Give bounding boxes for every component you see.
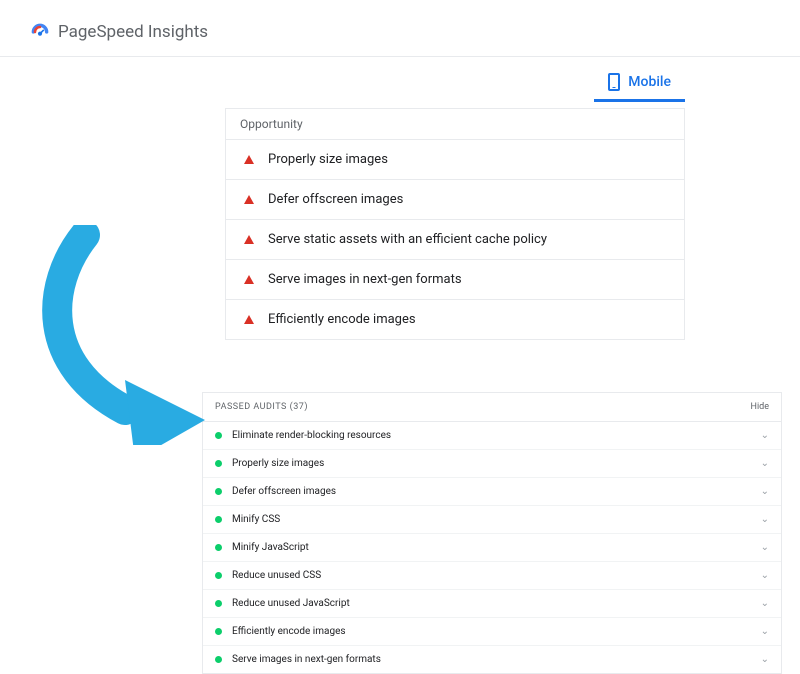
- pass-dot-icon: [215, 460, 222, 467]
- passed-audit-label: Defer offscreen images: [232, 486, 336, 497]
- passed-audit-item[interactable]: Defer offscreen images ⌄: [203, 478, 781, 506]
- passed-audits-title: PASSED AUDITS (37): [215, 402, 308, 412]
- app-title: PageSpeed Insights: [58, 22, 208, 42]
- passed-audit-item[interactable]: Efficiently encode images ⌄: [203, 618, 781, 646]
- passed-audits-header[interactable]: PASSED AUDITS (37) Hide: [203, 393, 781, 422]
- device-tabs: Mobile: [0, 57, 800, 102]
- app-header: PageSpeed Insights: [0, 0, 800, 57]
- opportunity-item[interactable]: Serve images in next-gen formats: [226, 260, 684, 300]
- passed-audit-label: Eliminate render-blocking resources: [232, 430, 391, 441]
- warning-triangle-icon: [244, 155, 254, 164]
- hide-toggle[interactable]: Hide: [751, 402, 769, 412]
- opportunity-item-label: Efficiently encode images: [268, 312, 416, 327]
- chevron-down-icon: ⌄: [761, 542, 769, 553]
- pass-dot-icon: [215, 544, 222, 551]
- pagespeed-logo-icon: [30, 22, 50, 42]
- tab-mobile[interactable]: Mobile: [594, 67, 685, 102]
- opportunity-item-label: Serve static assets with an efficient ca…: [268, 232, 547, 247]
- phone-icon: [608, 73, 620, 91]
- chevron-down-icon: ⌄: [761, 598, 769, 609]
- pass-dot-icon: [215, 600, 222, 607]
- warning-triangle-icon: [244, 275, 254, 284]
- pass-dot-icon: [215, 656, 222, 663]
- pass-dot-icon: [215, 488, 222, 495]
- passed-audit-item[interactable]: Serve images in next-gen formats ⌄: [203, 646, 781, 673]
- chevron-down-icon: ⌄: [761, 654, 769, 665]
- passed-audit-item[interactable]: Properly size images ⌄: [203, 450, 781, 478]
- opportunity-item[interactable]: Properly size images: [226, 140, 684, 180]
- opportunity-item[interactable]: Serve static assets with an efficient ca…: [226, 220, 684, 260]
- opportunity-panel: Opportunity Properly size images Defer o…: [225, 108, 685, 340]
- opportunity-header: Opportunity: [226, 109, 684, 140]
- chevron-down-icon: ⌄: [761, 514, 769, 525]
- passed-audit-label: Reduce unused CSS: [232, 570, 321, 581]
- pass-dot-icon: [215, 572, 222, 579]
- passed-audit-label: Minify CSS: [232, 514, 280, 525]
- passed-audit-label: Efficiently encode images: [232, 626, 346, 637]
- warning-triangle-icon: [244, 315, 254, 324]
- opportunity-item-label: Defer offscreen images: [268, 192, 403, 207]
- opportunity-item[interactable]: Efficiently encode images: [226, 300, 684, 339]
- passed-audit-label: Properly size images: [232, 458, 324, 469]
- warning-triangle-icon: [244, 235, 254, 244]
- passed-audit-label: Reduce unused JavaScript: [232, 598, 350, 609]
- passed-audit-item[interactable]: Minify JavaScript ⌄: [203, 534, 781, 562]
- pass-dot-icon: [215, 432, 222, 439]
- opportunity-item-label: Properly size images: [268, 152, 388, 167]
- opportunity-item[interactable]: Defer offscreen images: [226, 180, 684, 220]
- passed-audit-item[interactable]: Reduce unused CSS ⌄: [203, 562, 781, 590]
- passed-audit-item[interactable]: Reduce unused JavaScript ⌄: [203, 590, 781, 618]
- pass-dot-icon: [215, 628, 222, 635]
- pass-dot-icon: [215, 516, 222, 523]
- chevron-down-icon: ⌄: [761, 486, 769, 497]
- chevron-down-icon: ⌄: [761, 626, 769, 637]
- passed-audit-label: Serve images in next-gen formats: [232, 654, 381, 665]
- passed-audit-item[interactable]: Minify CSS ⌄: [203, 506, 781, 534]
- tab-mobile-label: Mobile: [628, 74, 671, 90]
- passed-audit-item[interactable]: Eliminate render-blocking resources ⌄: [203, 422, 781, 450]
- chevron-down-icon: ⌄: [761, 570, 769, 581]
- passed-audits-panel: PASSED AUDITS (37) Hide Eliminate render…: [202, 392, 782, 674]
- warning-triangle-icon: [244, 195, 254, 204]
- passed-audit-label: Minify JavaScript: [232, 542, 309, 553]
- chevron-down-icon: ⌄: [761, 458, 769, 469]
- opportunity-item-label: Serve images in next-gen formats: [268, 272, 462, 287]
- chevron-down-icon: ⌄: [761, 430, 769, 441]
